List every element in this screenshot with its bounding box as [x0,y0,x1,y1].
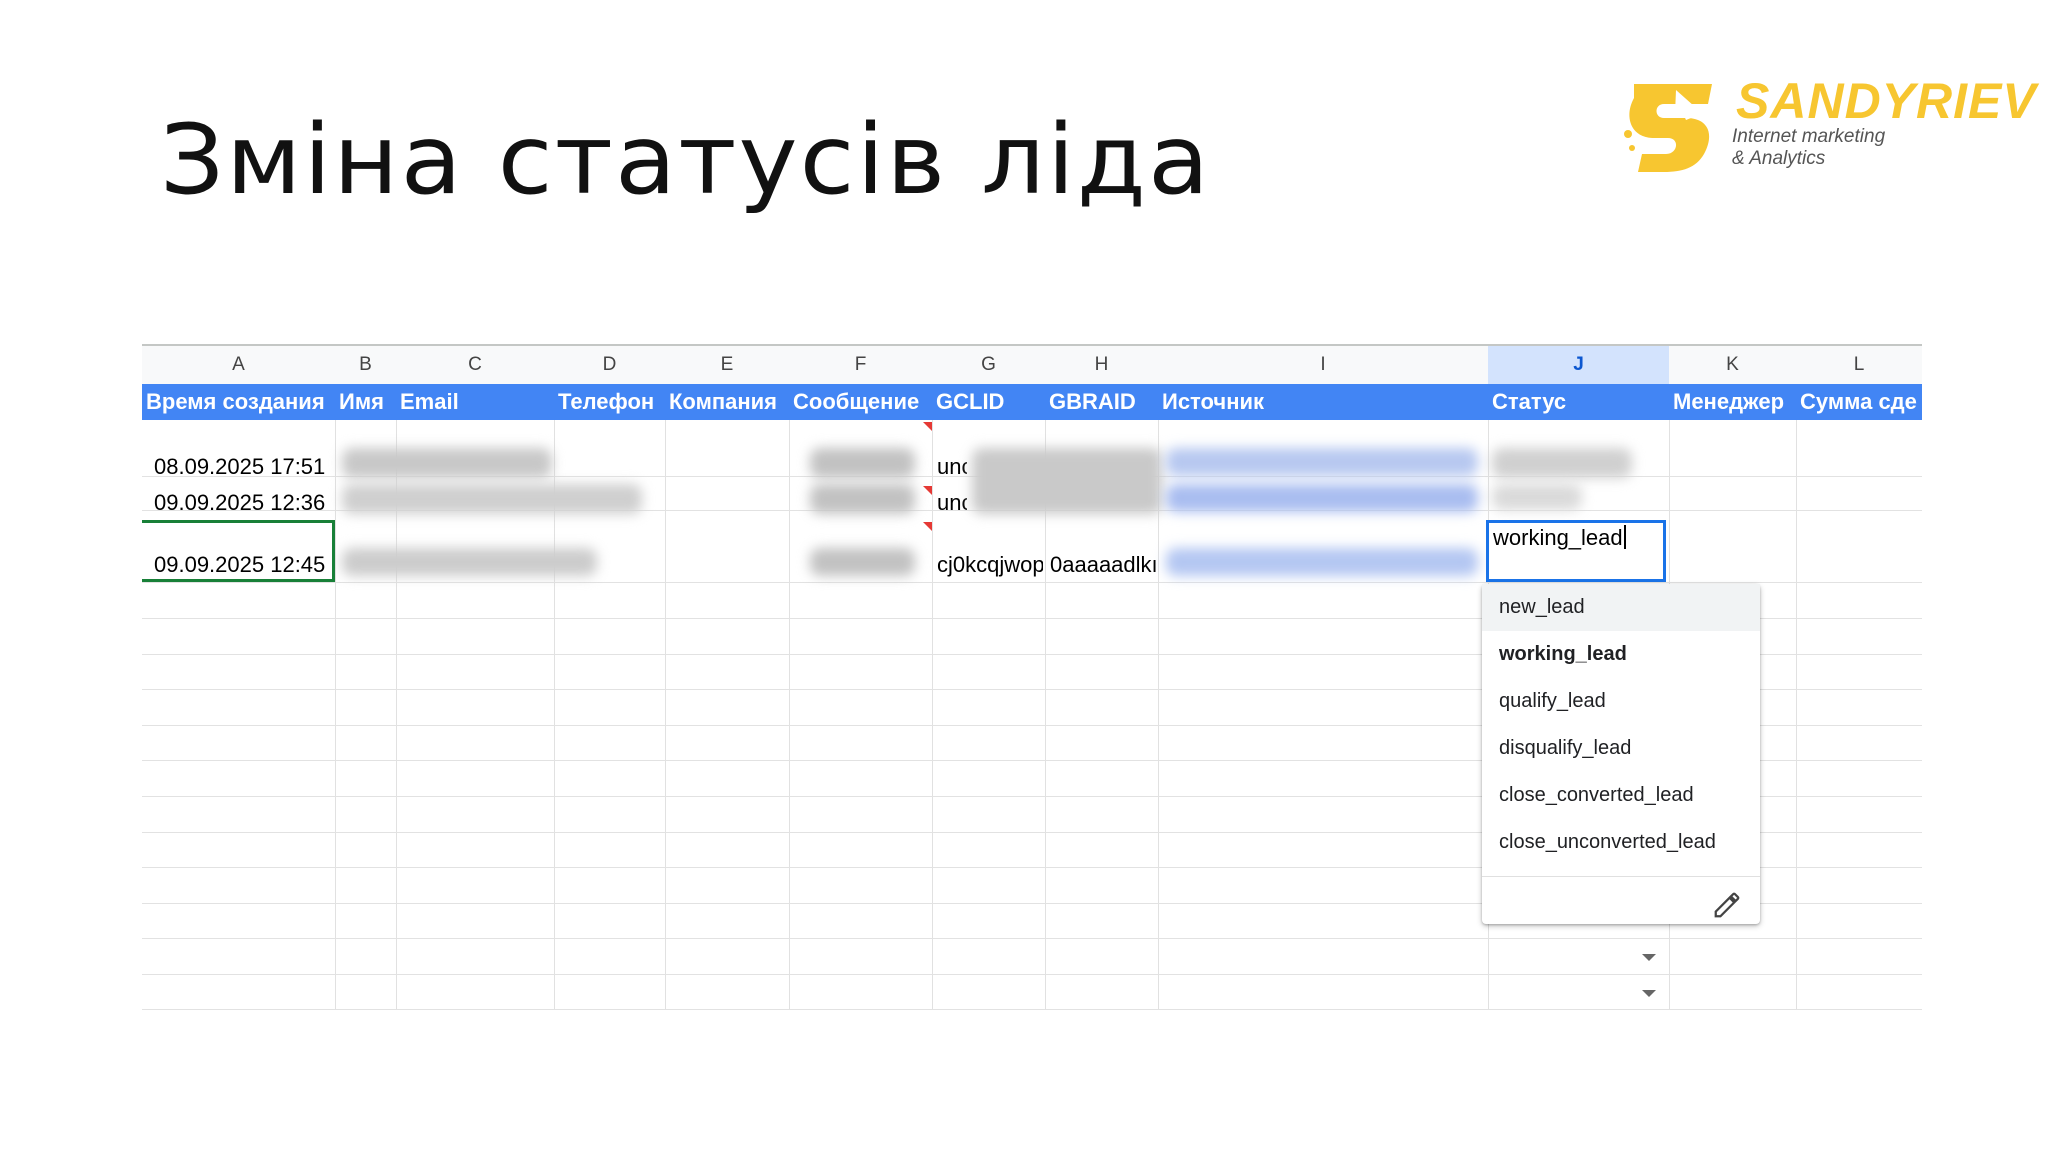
column-letter-l[interactable]: L [1796,346,1922,384]
logo-name: SANDYRIEV [1736,73,2037,129]
redacted-source-row-1 [1166,448,1478,476]
header-name[interactable]: Имя [335,384,396,420]
s-arrow-logo-icon [1624,84,1712,172]
header-source[interactable]: Источник [1158,384,1488,420]
column-letter-k[interactable]: K [1669,346,1796,384]
dropdown-option-disqualify-lead[interactable]: disqualify_lead [1482,725,1760,772]
comment-marker[interactable] [923,422,932,431]
redacted-status-row-1 [1492,448,1632,478]
redacted-status-row-2 [1492,484,1582,510]
header-phone[interactable]: Телефон [554,384,665,420]
cell-created-row-2[interactable]: 09.09.2025 12:36 [154,490,325,516]
dropdown-option-close-unconverted-lead[interactable]: close_unconverted_lead [1482,819,1760,866]
header-row: Время создания Имя Email Телефон Компани… [142,384,1922,420]
text-caret [1623,525,1626,549]
header-message[interactable]: Сообщение [789,384,932,420]
cell-gclid-row-2[interactable]: unc [937,490,967,516]
redacted-name-email-row-2 [342,484,642,514]
column-letter-i[interactable]: I [1158,346,1488,384]
spreadsheet: A B C D E F G H I J K L Время создания И… [142,344,1922,1010]
redacted-message-row-1 [810,448,915,478]
redacted-gclid-gbraid [972,448,1162,514]
comment-marker[interactable] [923,486,932,495]
pencil-icon[interactable] [1712,890,1742,920]
column-letter-g[interactable]: G [932,346,1045,384]
header-gbraid[interactable]: GBRAID [1045,384,1158,420]
dropdown-option-new-lead[interactable]: new_lead [1482,584,1760,631]
header-email[interactable]: Email [396,384,554,420]
redacted-source-row-2 [1166,484,1478,512]
redacted-message-row-3 [810,548,915,576]
dropdown-option-close-converted-lead[interactable]: close_converted_lead [1482,772,1760,819]
dropdown-divider [1482,876,1760,877]
chevron-down-icon[interactable] [1642,990,1656,997]
redacted-source-row-3 [1166,548,1478,576]
column-letter-a[interactable]: A [142,346,335,384]
header-amount[interactable]: Сумма сде [1796,384,1922,420]
header-status[interactable]: Статус [1488,384,1669,420]
status-cell-editor[interactable]: working_lead [1486,520,1666,582]
header-gclid[interactable]: GCLID [932,384,1045,420]
header-company[interactable]: Компания [665,384,789,420]
column-letter-d[interactable]: D [554,346,665,384]
brand-logo: SANDYRIEV Internet marketing & Analytics [1624,72,2036,182]
column-letter-j[interactable]: J [1488,346,1669,384]
column-letter-f[interactable]: F [789,346,932,384]
cell-gclid-row-3[interactable]: cj0kcqjwop [937,552,1043,578]
row-selection-highlight [142,520,335,582]
header-created[interactable]: Время создания [142,384,335,420]
cell-created-row-1[interactable]: 08.09.2025 17:51 [154,454,325,480]
comment-marker[interactable] [923,522,932,531]
slide-title: Зміна статусів ліда [160,104,1212,216]
cell-gclid-row-1[interactable]: unc [937,454,967,480]
redacted-message-row-2 [810,484,915,514]
column-letter-e[interactable]: E [665,346,789,384]
redacted-name-email-row-1 [342,448,552,478]
header-manager[interactable]: Менеджер [1669,384,1796,420]
column-letter-b[interactable]: B [335,346,396,384]
column-letter-h[interactable]: H [1045,346,1158,384]
redacted-name-email-row-3 [342,548,597,576]
column-letter-c[interactable]: C [396,346,554,384]
dropdown-option-working-lead[interactable]: working_lead [1482,631,1760,678]
chevron-down-icon[interactable] [1642,954,1656,961]
status-cell-value: working_lead [1493,525,1623,550]
status-dropdown: new_lead working_lead qualify_lead disqu… [1482,584,1760,924]
column-letters-row: A B C D E F G H I J K L [142,344,1922,385]
logo-tagline-line-2: & Analytics [1732,148,1826,169]
cell-gbraid-row-3[interactable]: 0aaaaadlkı [1050,552,1156,578]
logo-tagline-line-1: Internet marketing [1732,126,1886,147]
logo-tagline: Internet marketing & Analytics [1732,126,1885,170]
dropdown-option-qualify-lead[interactable]: qualify_lead [1482,678,1760,725]
